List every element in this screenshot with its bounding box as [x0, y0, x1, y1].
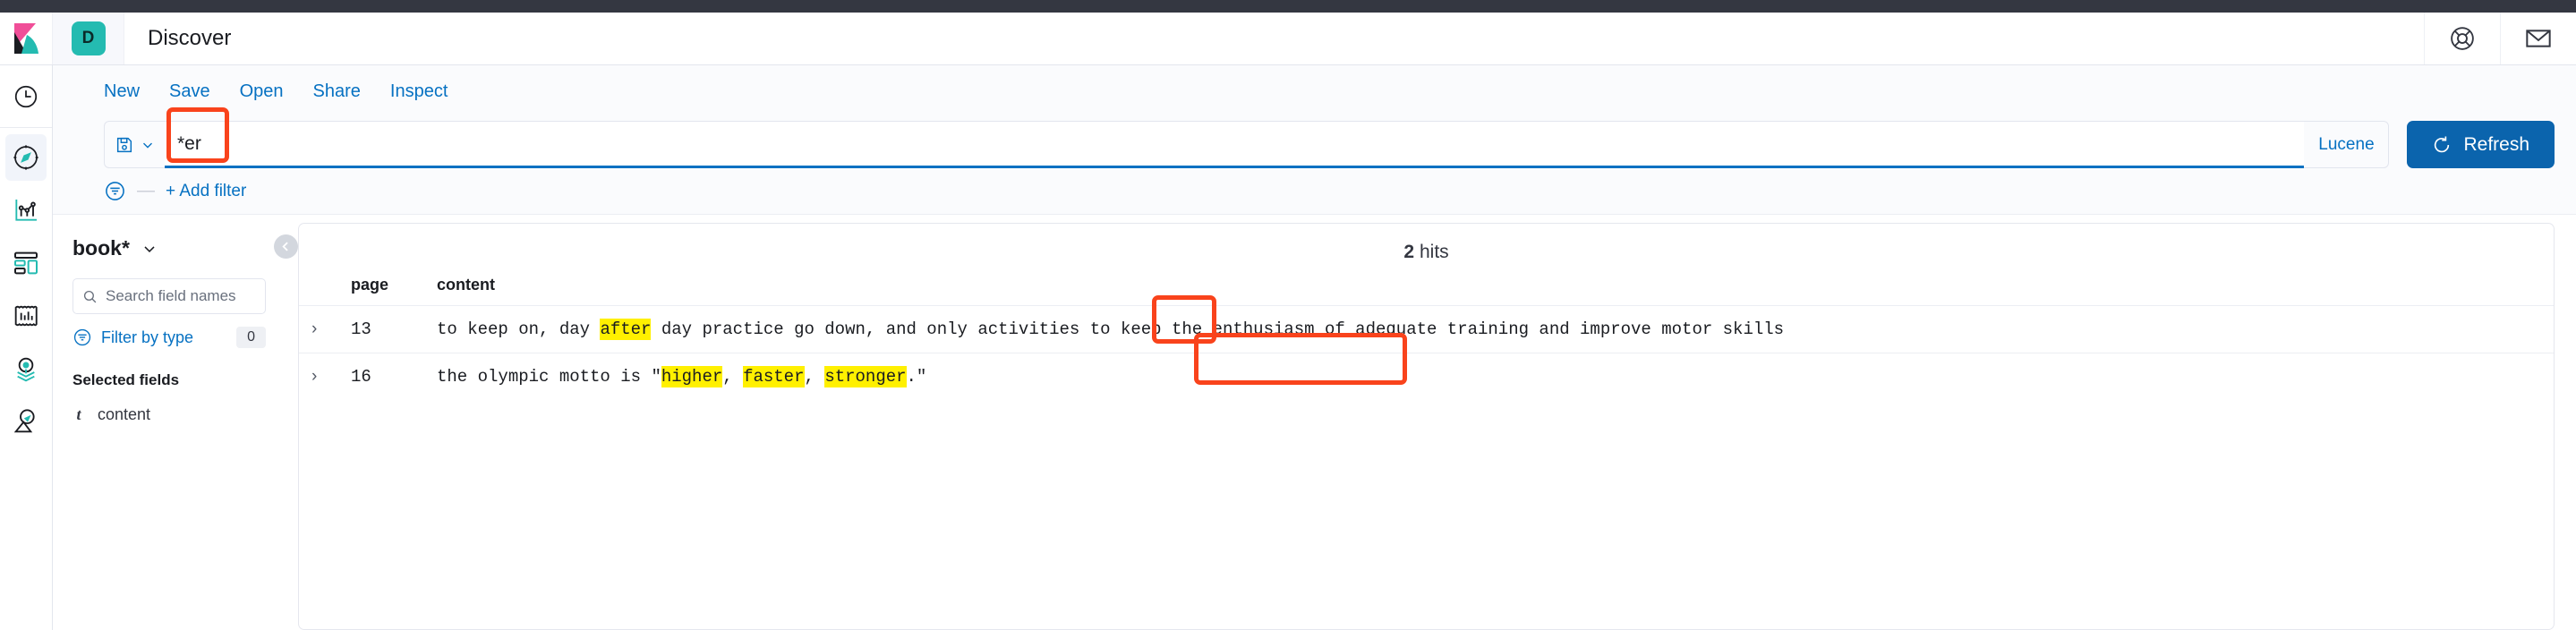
documents-table-body: › 13 to keep on, day after day practice …: [299, 305, 2554, 400]
expand-row-button[interactable]: ›: [299, 305, 351, 353]
query-input[interactable]: *er: [165, 107, 2305, 168]
menu-item-new[interactable]: New: [104, 81, 140, 102]
kibana-logo[interactable]: [0, 13, 53, 64]
kibana-logo-icon: [14, 23, 38, 54]
cell-content: the olympic motto is "higher, faster, st…: [437, 353, 2554, 400]
filter-icon: [73, 328, 91, 346]
sidebar-collapse-button[interactable]: [274, 234, 298, 259]
canvas-icon: [14, 305, 38, 327]
nav-item-discover[interactable]: [5, 134, 47, 181]
content-text: .": [906, 367, 927, 387]
menu-item-open[interactable]: Open: [240, 81, 284, 102]
highlighted-term: after: [600, 319, 652, 340]
table-header-row: page content: [299, 263, 2554, 306]
cell-page: 16: [351, 353, 437, 400]
filter-separator: —: [137, 181, 155, 200]
query-language-button[interactable]: Lucene: [2304, 121, 2390, 168]
filter-bar: — + Add filter: [53, 168, 2576, 215]
filter-icon[interactable]: [104, 180, 126, 202]
app-body: New Save Open Share Inspect *er Lucene R…: [0, 65, 2576, 630]
nav-item-visualize[interactable]: [5, 187, 47, 234]
filter-by-type-button[interactable]: Filter by type 0: [73, 327, 266, 348]
dashboard-icon: [14, 251, 38, 275]
life-ring-icon: [2451, 27, 2474, 50]
hits-label: hits: [1420, 242, 1449, 262]
app-badge: D: [71, 21, 106, 55]
content-column: New Save Open Share Inspect *er Lucene R…: [53, 65, 2576, 630]
expand-row-button[interactable]: ›: [299, 353, 351, 400]
chevron-down-icon: [142, 142, 152, 149]
cell-page: 13: [351, 305, 437, 353]
add-filter-button[interactable]: + Add filter: [166, 182, 246, 201]
content-text: day practice go down, and only activitie…: [651, 319, 1785, 339]
column-header-content[interactable]: content: [437, 263, 2554, 306]
documents-table-head: page content: [299, 263, 2554, 306]
documents-panel: 2 hits page content › 13 to keep on, day…: [298, 223, 2555, 630]
nav-item-maps[interactable]: [5, 345, 47, 392]
refresh-button[interactable]: Refresh: [2407, 121, 2555, 168]
save-disk-icon: [116, 137, 132, 152]
map-marker-icon: [17, 357, 35, 382]
help-button[interactable]: [2424, 13, 2500, 64]
hits-summary: 2 hits: [299, 224, 2554, 263]
top-dark-strip: [0, 0, 2576, 13]
hits-count: 2: [1403, 242, 1414, 262]
app-badge-container[interactable]: D: [53, 13, 124, 64]
highlighted-term: higher: [661, 366, 723, 387]
query-input-value: *er: [177, 132, 201, 154]
nav-item-canvas[interactable]: [5, 293, 47, 339]
content-text: to keep on, day: [437, 319, 601, 339]
highlighted-term: stronger: [824, 366, 907, 387]
nav-rail: [0, 65, 53, 630]
top-menu: New Save Open Share Inspect: [53, 65, 2576, 117]
index-pattern-selector[interactable]: book*: [73, 236, 266, 260]
content-text: ,: [804, 367, 825, 387]
field-name-label: content: [98, 405, 151, 423]
field-search-input[interactable]: Search field names: [73, 278, 266, 314]
chart-icon: [15, 200, 37, 221]
chevron-right-icon: ›: [311, 319, 318, 338]
table-row[interactable]: › 13 to keep on, day after day practice …: [299, 305, 2554, 353]
nav-item-recently-viewed[interactable]: [0, 65, 52, 128]
header-actions: [2424, 13, 2576, 64]
query-bar: *er Lucene: [104, 107, 2390, 168]
app-header: D Discover: [0, 13, 2576, 65]
index-pattern-label: book*: [73, 236, 130, 260]
nav-item-machine-learning[interactable]: [5, 398, 47, 445]
highlighted-term: faster: [743, 366, 805, 387]
refresh-button-label: Refresh: [2463, 133, 2529, 155]
menu-item-inspect[interactable]: Inspect: [390, 81, 448, 102]
cell-content: to keep on, day after day practice go do…: [437, 305, 2554, 353]
compass-icon: [13, 145, 38, 170]
table-row[interactable]: › 16 the olympic motto is "higher, faste…: [299, 353, 2554, 400]
content-text: the olympic motto is ": [437, 367, 661, 387]
field-search-placeholder: Search field names: [106, 287, 236, 304]
chevron-left-icon: [282, 242, 288, 251]
main-area: book* Search field names Filter by type …: [53, 215, 2576, 630]
documents-table: page content › 13 to keep on, day after …: [299, 263, 2554, 400]
content-text: ,: [722, 367, 744, 387]
mail-button[interactable]: [2500, 13, 2576, 64]
filter-by-type-count: 0: [236, 327, 266, 348]
column-header-page[interactable]: page: [351, 263, 437, 306]
clock-icon: [14, 85, 38, 107]
envelope-icon: [2526, 30, 2551, 47]
field-sidebar: book* Search field names Filter by type …: [53, 215, 298, 630]
column-header-expand: [299, 263, 351, 306]
chevron-down-icon: [144, 245, 155, 252]
selected-fields-heading: Selected fields: [73, 371, 180, 388]
menu-item-save[interactable]: Save: [169, 81, 210, 102]
saved-query-button[interactable]: [104, 121, 165, 168]
search-icon: [83, 290, 97, 302]
chevron-right-icon: ›: [311, 367, 318, 386]
menu-item-share[interactable]: Share: [313, 81, 361, 102]
field-list-item-content[interactable]: t content: [73, 405, 266, 424]
page-title: Discover: [148, 26, 232, 50]
ml-icon: [13, 409, 35, 433]
filter-by-type-label: Filter by type: [101, 328, 194, 346]
field-type-string-icon: t: [76, 405, 81, 423]
query-bar-row: *er Lucene Refresh: [53, 107, 2576, 168]
refresh-icon: [2435, 136, 2450, 152]
nav-item-dashboard[interactable]: [5, 240, 47, 286]
